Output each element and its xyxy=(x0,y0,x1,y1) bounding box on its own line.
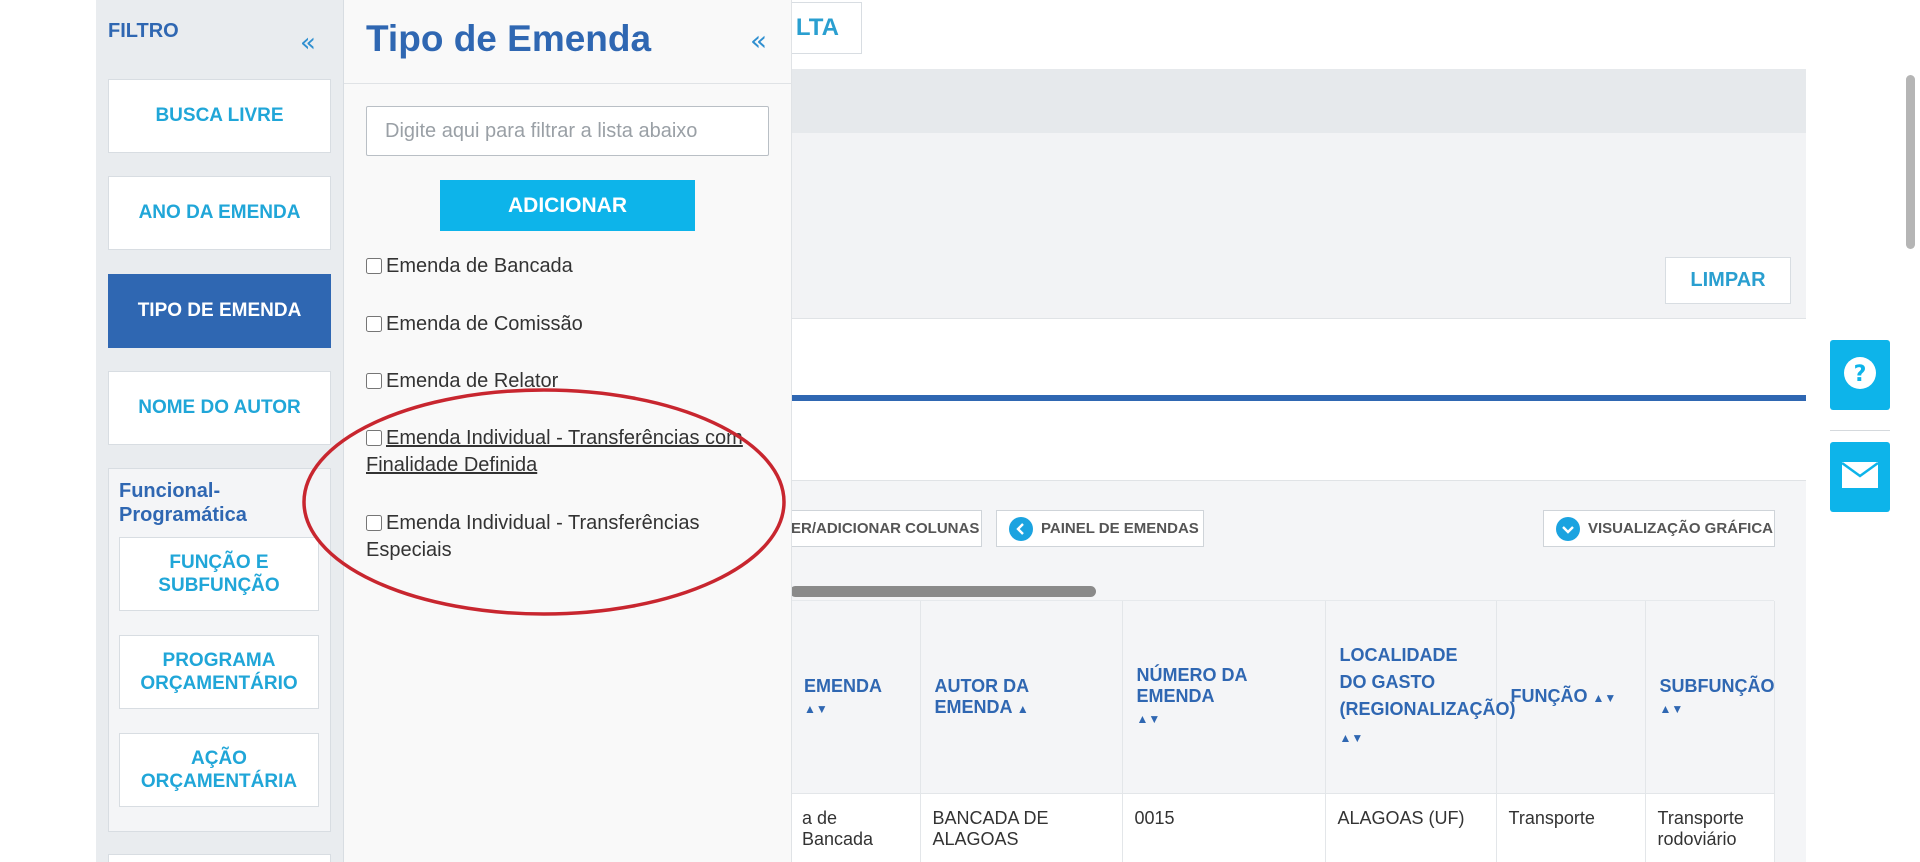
column-header-label: NÚMERO DA EMENDA xyxy=(1136,665,1247,707)
column-header-label: EMENDA xyxy=(804,675,882,696)
column-header-localidade[interactable]: LOCALIDADE DO GASTO (REGIONALIZAÇÃO) ▲▼ xyxy=(1325,601,1515,794)
column-header-numero[interactable]: NÚMERO DA EMENDA ▲▼ xyxy=(1122,601,1326,794)
collapse-tipo-icon[interactable]: « xyxy=(750,24,767,57)
emendas-table: EMENDA ▲▼ AUTOR DA EMENDA ▲ NÚMERO DA EM… xyxy=(790,600,1775,862)
option-label: Emenda de Relator xyxy=(386,370,559,392)
option-checkbox[interactable] xyxy=(366,258,382,274)
option-checkbox[interactable] xyxy=(366,430,382,446)
option-bancada[interactable]: Emenda de Bancada xyxy=(366,253,766,280)
page-vertical-scrollbar[interactable] xyxy=(1906,75,1915,249)
table-row[interactable]: a de Bancada BANCADA DE ALAGOAS 0015 ALA… xyxy=(790,793,1775,862)
sort-icon: ▲▼ xyxy=(1136,712,1161,727)
collapse-filter-icon[interactable]: « xyxy=(300,28,316,58)
column-header-label: AUTOR DA EMENDA xyxy=(934,675,1029,717)
column-header-label: FUNÇÃO xyxy=(1510,686,1588,707)
consulta-button-label: LTA xyxy=(795,14,839,41)
filter-next-button[interactable] xyxy=(108,854,331,862)
option-individual-finalidade[interactable]: Emenda Individual - Transferências com F… xyxy=(366,425,766,479)
sort-asc-icon: ▲ xyxy=(1016,701,1029,716)
funcional-programatica-group: Funcional-Programática FUNÇÃO E SUBFUNÇÃ… xyxy=(108,468,331,832)
filter-list-input[interactable] xyxy=(366,106,769,156)
column-header-label: SUBFUNÇÃO xyxy=(1659,675,1775,696)
column-header-label: LOCALIDADE DO GASTO (REGIONALIZAÇÃO) xyxy=(1339,644,1516,719)
filter-funcao-button[interactable]: FUNÇÃO E SUBFUNÇÃO xyxy=(119,537,319,611)
visualizacao-grafica-label: VISUALIZAÇÃO GRÁFICA xyxy=(1588,520,1773,537)
column-header-tipo[interactable]: EMENDA ▲▼ xyxy=(790,601,921,794)
table-cell: Transporte rodoviário xyxy=(1645,793,1775,862)
edit-columns-button[interactable]: ER/ADICIONAR COLUNAS xyxy=(790,510,982,547)
filter-title: FILTRO xyxy=(108,20,179,42)
chevron-down-icon xyxy=(1556,516,1580,541)
edit-columns-label: ER/ADICIONAR COLUNAS xyxy=(791,520,980,537)
option-checkbox[interactable] xyxy=(366,316,382,332)
painel-emendas-button[interactable]: PAINEL DE EMENDAS xyxy=(996,510,1204,547)
option-individual-especiais[interactable]: Emenda Individual - Transferências Espec… xyxy=(366,510,766,564)
filter-busca-livre-button[interactable]: BUSCA LIVRE xyxy=(108,79,331,153)
table-cell: ALAGOAS (UF) xyxy=(1325,793,1497,862)
painel-emendas-label: PAINEL DE EMENDAS xyxy=(1041,520,1199,537)
table-cell: 0015 xyxy=(1122,793,1326,862)
chevron-left-icon xyxy=(1009,516,1033,541)
option-label: Emenda de Comissão xyxy=(386,313,583,335)
filter-tipo-button[interactable]: TIPO DE EMENDA xyxy=(108,274,331,348)
filter-programa-button[interactable]: PROGRAMA ORÇAMENTÁRIO xyxy=(119,635,319,709)
svg-text:?: ? xyxy=(1854,362,1867,387)
filter-autor-button[interactable]: NOME DO AUTOR xyxy=(108,371,331,445)
column-header-funcao[interactable]: FUNÇÃO ▲▼ xyxy=(1496,601,1646,794)
sort-icon: ▲▼ xyxy=(804,701,828,716)
filter-sidebar: FILTRO « BUSCA LIVRE ANO DA EMENDA TIPO … xyxy=(96,0,344,862)
question-icon: ? xyxy=(1843,356,1877,394)
table-cell: a de Bancada xyxy=(790,793,921,862)
option-comissao[interactable]: Emenda de Comissão xyxy=(366,311,766,338)
envelope-icon xyxy=(1841,461,1879,493)
sort-icon: ▲▼ xyxy=(1339,730,1364,745)
option-label: Emenda Individual - Transferências com F… xyxy=(366,427,743,476)
filter-ano-button[interactable]: ANO DA EMENDA xyxy=(108,176,331,250)
tipo-header: Tipo de Emenda « xyxy=(344,0,792,84)
tipo-title: Tipo de Emenda xyxy=(366,18,652,59)
side-buttons-separator xyxy=(1830,430,1890,431)
add-button[interactable]: ADICIONAR xyxy=(440,180,695,231)
group-title: Funcional-Programática xyxy=(119,480,247,526)
header-band xyxy=(790,69,1806,133)
consulta-button[interactable]: LTA xyxy=(780,2,862,54)
tipo-emenda-panel: Tipo de Emenda « ADICIONAR Emenda de Ban… xyxy=(344,0,792,862)
filter-acao-button[interactable]: AÇÃO ORÇAMENTÁRIA xyxy=(119,733,319,807)
clear-button[interactable]: LIMPAR xyxy=(1665,257,1791,304)
table-cell: Transporte xyxy=(1496,793,1646,862)
table-horizontal-scrollbar[interactable] xyxy=(790,586,1096,597)
table-cell: BANCADA DE ALAGOAS xyxy=(920,793,1123,862)
option-label: Emenda Individual - Transferências Espec… xyxy=(366,512,700,561)
filters-summary-area xyxy=(790,133,1806,319)
option-checkbox[interactable] xyxy=(366,515,382,531)
contact-button[interactable] xyxy=(1830,442,1890,512)
option-checkbox[interactable] xyxy=(366,373,382,389)
option-label: Emenda de Bancada xyxy=(386,255,573,277)
section-divider xyxy=(790,395,1806,401)
sort-icon: ▲▼ xyxy=(1659,701,1684,716)
visualizacao-grafica-button[interactable]: VISUALIZAÇÃO GRÁFICA xyxy=(1543,510,1775,547)
column-header-autor[interactable]: AUTOR DA EMENDA ▲ xyxy=(920,601,1123,794)
table-header-row: EMENDA ▲▼ AUTOR DA EMENDA ▲ NÚMERO DA EM… xyxy=(790,601,1775,794)
option-relator[interactable]: Emenda de Relator xyxy=(366,368,766,395)
sort-icon: ▲▼ xyxy=(1592,691,1617,706)
page: LTA LIMPAR ER/ADICIONAR COLUNAS PAINEL D… xyxy=(0,0,1920,862)
help-button[interactable]: ? xyxy=(1830,340,1890,410)
column-header-subfuncao[interactable]: SUBFUNÇÃO ▲▼ xyxy=(1645,601,1775,794)
